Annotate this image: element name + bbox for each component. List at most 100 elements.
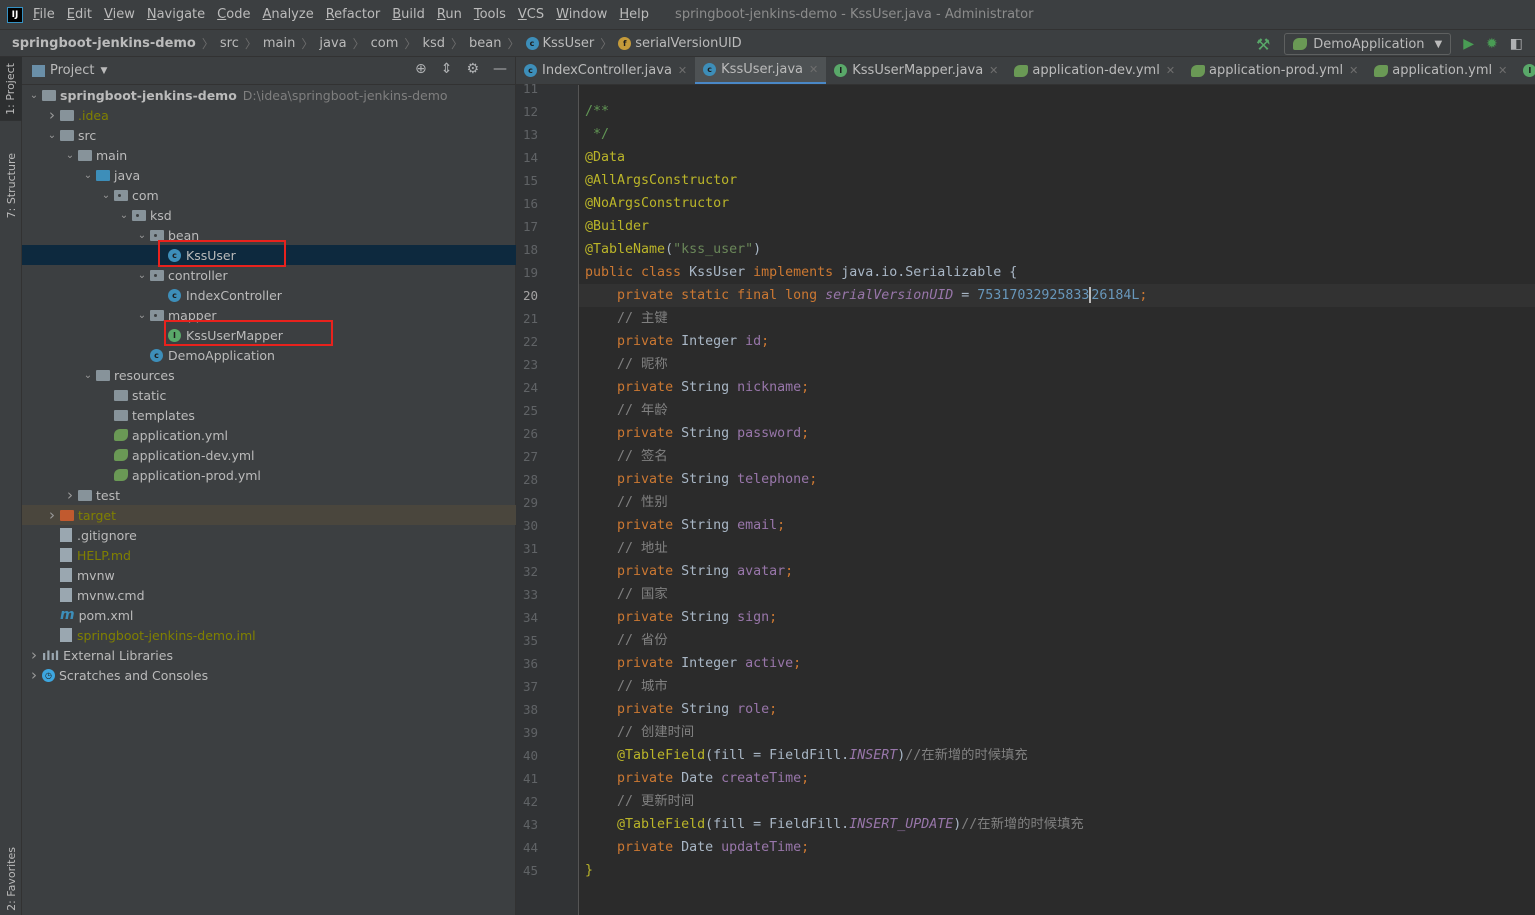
chevron-down-icon[interactable]: ⌄ (116, 210, 132, 221)
tree-item-external-libraries[interactable]: › ılıl External Libraries (22, 645, 516, 665)
tree-item-idea[interactable]: › .idea (22, 105, 516, 125)
tree-item-static[interactable]: static (22, 385, 516, 405)
tree-item-controller[interactable]: ⌄ controller (22, 265, 516, 285)
tree-item-mvnw-cmd[interactable]: mvnw.cmd (22, 585, 516, 605)
tree-item-templates[interactable]: templates (22, 405, 516, 425)
tree-item-springboot-jenkins-demo-iml[interactable]: springboot-jenkins-demo.iml (22, 625, 516, 645)
close-icon[interactable]: ✕ (1498, 64, 1507, 77)
code-line: /** (585, 100, 609, 123)
chevron-down-icon[interactable]: ⌄ (134, 270, 150, 281)
tree-item-pom-xml[interactable]: m pom.xml (22, 605, 516, 625)
chevron-down-icon[interactable]: ⌄ (98, 190, 114, 201)
run-icon[interactable]: ▶ (1463, 36, 1474, 52)
project-view-select[interactable]: Project (50, 63, 94, 78)
menu-help[interactable]: Help (619, 7, 649, 22)
code-token: @TableField (617, 748, 706, 763)
chevron-right-icon[interactable]: › (26, 666, 42, 684)
menu-build[interactable]: Build (392, 7, 425, 22)
chevron-down-icon[interactable]: ▼ (100, 66, 107, 76)
tree-item-resources[interactable]: ⌄ resources (22, 365, 516, 385)
breadcrumb-bean[interactable]: bean (469, 36, 501, 51)
tree-item-application-prod-yml[interactable]: application-prod.yml (22, 465, 516, 485)
locate-icon[interactable]: ⊕ (415, 61, 427, 77)
gear-icon[interactable]: ⚙ (466, 61, 479, 77)
menu-view[interactable]: View (104, 7, 135, 22)
breadcrumb-field[interactable]: serialVersionUID (635, 36, 741, 51)
tab-basemapper[interactable]: IBaseMapper (1515, 57, 1535, 84)
breadcrumb-src[interactable]: src (220, 36, 239, 51)
breadcrumb-com[interactable]: com (371, 36, 399, 51)
tree-item-target[interactable]: › target (22, 505, 516, 525)
menu-run[interactable]: Run (437, 7, 462, 22)
breadcrumb-kssuser[interactable]: KssUser (543, 36, 595, 51)
tree-item-com[interactable]: ⌄ com (22, 185, 516, 205)
chevron-right-icon[interactable]: › (62, 486, 78, 504)
run-configuration-select[interactable]: DemoApplication ▼ (1284, 33, 1452, 55)
chevron-down-icon[interactable]: ⌄ (80, 370, 96, 381)
close-icon[interactable]: ✕ (678, 64, 687, 77)
chevron-down-icon[interactable]: ⌄ (134, 230, 150, 241)
collapse-all-icon[interactable]: ⇕ (441, 61, 453, 77)
menu-analyze[interactable]: Analyze (262, 7, 313, 22)
code-editor[interactable]: /** */ @Data @AllArgsConstructor @NoArgsCon… (579, 85, 1535, 915)
tree-item-mvnw[interactable]: mvnw (22, 565, 516, 585)
tree-item-src[interactable]: ⌄ src (22, 125, 516, 145)
breadcrumb-main[interactable]: main (263, 36, 295, 51)
coverage-icon[interactable]: ◧ (1510, 36, 1523, 52)
chevron-down-icon[interactable]: ⌄ (26, 90, 42, 101)
tab-application-yml[interactable]: application.yml ✕ (1366, 57, 1515, 84)
code-token: 75317032925833 (977, 288, 1090, 303)
tree-item-java[interactable]: ⌄ java (22, 165, 516, 185)
hammer-icon[interactable]: ⚒ (1256, 35, 1270, 54)
tab-kssuser-java[interactable]: c KssUser.java ✕ (695, 57, 827, 84)
tree-item-application-yml[interactable]: application.yml (22, 425, 516, 445)
tree-item-application-dev-yml[interactable]: application-dev.yml (22, 445, 516, 465)
code-token: avatar (737, 564, 786, 579)
chevron-right-icon[interactable]: › (26, 646, 42, 664)
tool-tab-project[interactable]: 1: Project (0, 57, 22, 121)
menu-window[interactable]: Window (556, 7, 607, 22)
menu-code[interactable]: Code (217, 7, 250, 22)
menu-vcs[interactable]: VCS (518, 7, 544, 22)
menu-edit[interactable]: Edit (67, 7, 92, 22)
hide-icon[interactable]: — (493, 61, 507, 77)
tree-item-help-md[interactable]: HELP.md (22, 545, 516, 565)
tool-tab-structure[interactable]: 7: Structure (5, 153, 18, 218)
close-icon[interactable]: ✕ (989, 64, 998, 77)
tree-item-main[interactable]: ⌄ main (22, 145, 516, 165)
chevron-down-icon[interactable]: ⌄ (80, 170, 96, 181)
tab-application-prod-yml[interactable]: application-prod.yml ✕ (1183, 57, 1366, 84)
menu-refactor[interactable]: Refactor (326, 7, 381, 22)
line-number: 40 (522, 748, 538, 763)
breadcrumb-project[interactable]: springboot-jenkins-demo (12, 36, 196, 51)
close-icon[interactable]: ✕ (1166, 64, 1175, 77)
breadcrumb-ksd[interactable]: ksd (422, 36, 445, 51)
chevron-down-icon[interactable]: ⌄ (134, 310, 150, 321)
chevron-down-icon[interactable]: ⌄ (44, 130, 60, 141)
tab-indexcontroller-java[interactable]: c IndexController.java ✕ (516, 57, 695, 84)
menu-navigate[interactable]: Navigate (147, 7, 205, 22)
code-line: private Integer id; (585, 330, 769, 353)
close-icon[interactable]: ✕ (1349, 64, 1358, 77)
tree-item-springboot-jenkins-demo[interactable]: ⌄ springboot-jenkins-demo D:\idea\springbo… (22, 85, 516, 105)
menu-tools[interactable]: Tools (474, 7, 506, 22)
menu-file[interactable]: File (33, 7, 55, 22)
chevron-down-icon[interactable]: ⌄ (62, 150, 78, 161)
tree-item-indexcontroller[interactable]: c IndexController (22, 285, 516, 305)
breadcrumb-java[interactable]: java (319, 36, 346, 51)
package-icon (132, 209, 146, 221)
tree-item-demoapplication[interactable]: c DemoApplication (22, 345, 516, 365)
tree-item-scratches-and-consoles[interactable]: › ◷ Scratches and Consoles (22, 665, 516, 685)
tree-item-test[interactable]: › test (22, 485, 516, 505)
project-panel: Project ▼ ⊕ ⇕ ⚙ — ⌄ springboot-jenkins-de… (22, 57, 516, 915)
close-icon[interactable]: ✕ (809, 63, 818, 76)
chevron-right-icon[interactable]: › (44, 106, 60, 124)
tree-item-ksd[interactable]: ⌄ ksd (22, 205, 516, 225)
tree-item-label: .idea (78, 107, 109, 123)
tab-application-dev-yml[interactable]: application-dev.yml ✕ (1006, 57, 1183, 84)
chevron-right-icon[interactable]: › (44, 506, 60, 524)
tree-item-gitignore[interactable]: .gitignore (22, 525, 516, 545)
tab-kssusermapper-java[interactable]: I KssUserMapper.java ✕ (826, 57, 1006, 84)
debug-icon[interactable]: ✹ (1486, 36, 1498, 52)
tool-tab-favorites[interactable]: 2: Favorites (5, 847, 18, 911)
